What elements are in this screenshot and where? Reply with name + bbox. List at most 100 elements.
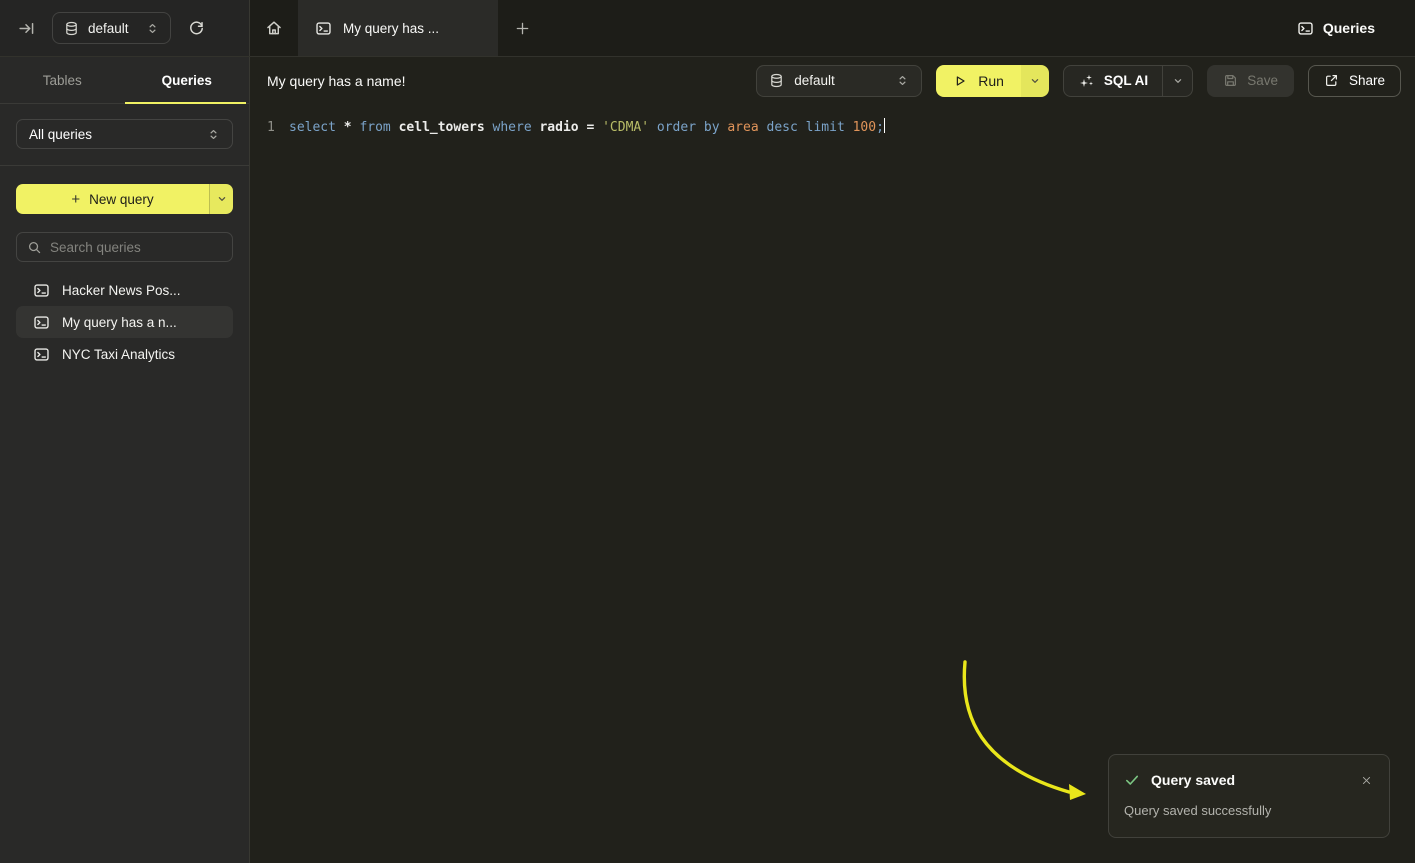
sidebar: Tables Queries All queries + New query [0, 57, 250, 863]
run-split-button: Run [936, 65, 1049, 97]
sidebar-body: + New query Hacker News Pos... [0, 166, 249, 370]
save-button[interactable]: Save [1207, 65, 1294, 97]
sql-code-line: select * from cell_towers where radio = … [289, 118, 884, 138]
tab-strip: My query has ... [250, 0, 546, 56]
sql-ai-button[interactable]: SQL AI [1064, 66, 1162, 96]
topbar-queries-label: Queries [1323, 20, 1375, 36]
toolbar-database-value: default [794, 73, 835, 88]
plus-icon: + [71, 191, 80, 208]
query-terminal-icon [33, 282, 50, 299]
tab-tables[interactable]: Tables [0, 57, 125, 103]
collapse-sidebar-icon [18, 20, 35, 37]
query-title: My query has a name! [267, 73, 406, 89]
query-list-item-selected[interactable]: My query has a n... [16, 306, 233, 338]
query-list: Hacker News Pos... My query has a n... N… [16, 274, 233, 370]
search-queries-box [16, 232, 233, 262]
query-item-label: Hacker News Pos... [62, 283, 181, 298]
tab-label: My query has ... [343, 21, 439, 36]
save-icon [1223, 73, 1238, 88]
line-number: 1 [267, 118, 280, 138]
query-filter-section: All queries [0, 104, 249, 166]
query-terminal-icon [33, 314, 50, 331]
sql-token: radio [539, 120, 586, 135]
chevron-down-icon [1172, 75, 1184, 87]
query-list-item[interactable]: Hacker News Pos... [16, 274, 233, 306]
tab-tables-label: Tables [43, 73, 82, 88]
topbar-left-section: default [0, 0, 250, 56]
collapse-sidebar-button[interactable] [14, 16, 39, 41]
sql-token: area [727, 120, 766, 135]
topbar-database-selector[interactable]: default [52, 12, 171, 44]
sql-ai-options-button[interactable] [1162, 66, 1192, 96]
share-button[interactable]: Share [1308, 65, 1401, 97]
sql-token: * [344, 120, 360, 135]
toast-check-icon [1124, 772, 1140, 788]
sidebar-tabs: Tables Queries [0, 57, 249, 104]
chevron-down-icon [1029, 75, 1041, 87]
sql-token: desc limit [767, 120, 853, 135]
run-label: Run [978, 73, 1004, 89]
sql-editor[interactable]: 1 select * from cell_towers where radio … [250, 104, 1415, 138]
tab-my-query[interactable]: My query has ... [298, 0, 498, 56]
refresh-icon [188, 20, 205, 37]
topbar-database-value: default [88, 21, 129, 36]
toolbar-database-selector[interactable]: default [756, 65, 922, 97]
new-tab-button[interactable] [498, 0, 546, 56]
share-label: Share [1349, 73, 1385, 88]
toast-message: Query saved successfully [1124, 803, 1374, 818]
toast-close-icon [1361, 775, 1372, 786]
toast-query-saved: Query saved Query saved successfully [1108, 754, 1390, 838]
share-icon [1324, 73, 1339, 88]
sql-token: = [586, 120, 602, 135]
database-icon [769, 73, 784, 88]
sql-ai-sparkles-icon [1078, 73, 1094, 89]
search-icon [27, 240, 42, 255]
toast-title: Query saved [1151, 772, 1235, 788]
toast-header: Query saved [1124, 772, 1374, 788]
run-options-button[interactable] [1021, 65, 1049, 97]
query-list-item[interactable]: NYC Taxi Analytics [16, 338, 233, 370]
toast-close-button[interactable] [1359, 773, 1374, 788]
query-filter-select[interactable]: All queries [16, 119, 233, 149]
sql-token: select [289, 120, 344, 135]
sql-ai-label: SQL AI [1104, 73, 1148, 88]
sql-token: order by [657, 120, 727, 135]
database-icon [64, 21, 79, 36]
new-query-split-button: + New query [16, 184, 233, 214]
query-terminal-icon [1297, 20, 1314, 37]
sql-ai-split-button: SQL AI [1063, 65, 1193, 97]
run-play-icon [953, 74, 967, 88]
topbar: default My query has ... [0, 0, 1415, 57]
save-label: Save [1247, 73, 1278, 88]
sql-token: from [359, 120, 398, 135]
tab-queries[interactable]: Queries [125, 57, 250, 103]
tab-queries-label: Queries [162, 73, 212, 88]
query-terminal-icon [33, 346, 50, 363]
sql-token: 'CDMA' [602, 120, 657, 135]
main-panel: My query has a name! default Run [250, 57, 1415, 863]
chevron-down-icon [216, 193, 228, 205]
select-updown-icon [896, 73, 909, 88]
new-query-menu-button[interactable] [209, 184, 233, 214]
query-terminal-icon [315, 20, 332, 37]
topbar-queries-indicator[interactable]: Queries [1297, 0, 1415, 56]
query-header: My query has a name! default Run [250, 57, 1415, 104]
new-query-label: New query [89, 192, 154, 207]
new-query-button[interactable]: + New query [16, 184, 209, 214]
search-queries-input[interactable] [50, 240, 227, 255]
query-filter-value: All queries [29, 127, 92, 142]
text-cursor [884, 118, 886, 133]
sql-token: cell_towers [399, 120, 493, 135]
home-icon [265, 19, 283, 37]
refresh-button[interactable] [184, 16, 209, 41]
select-updown-icon [207, 127, 220, 142]
select-updown-icon [146, 21, 159, 36]
sql-token: ; [876, 120, 884, 135]
home-button[interactable] [250, 0, 298, 56]
new-tab-plus-icon [515, 21, 530, 36]
query-item-label: NYC Taxi Analytics [62, 347, 175, 362]
sql-token: 100 [853, 120, 876, 135]
sql-token: where [493, 120, 540, 135]
query-toolbar: default Run [756, 65, 1401, 97]
run-button[interactable]: Run [936, 65, 1021, 97]
